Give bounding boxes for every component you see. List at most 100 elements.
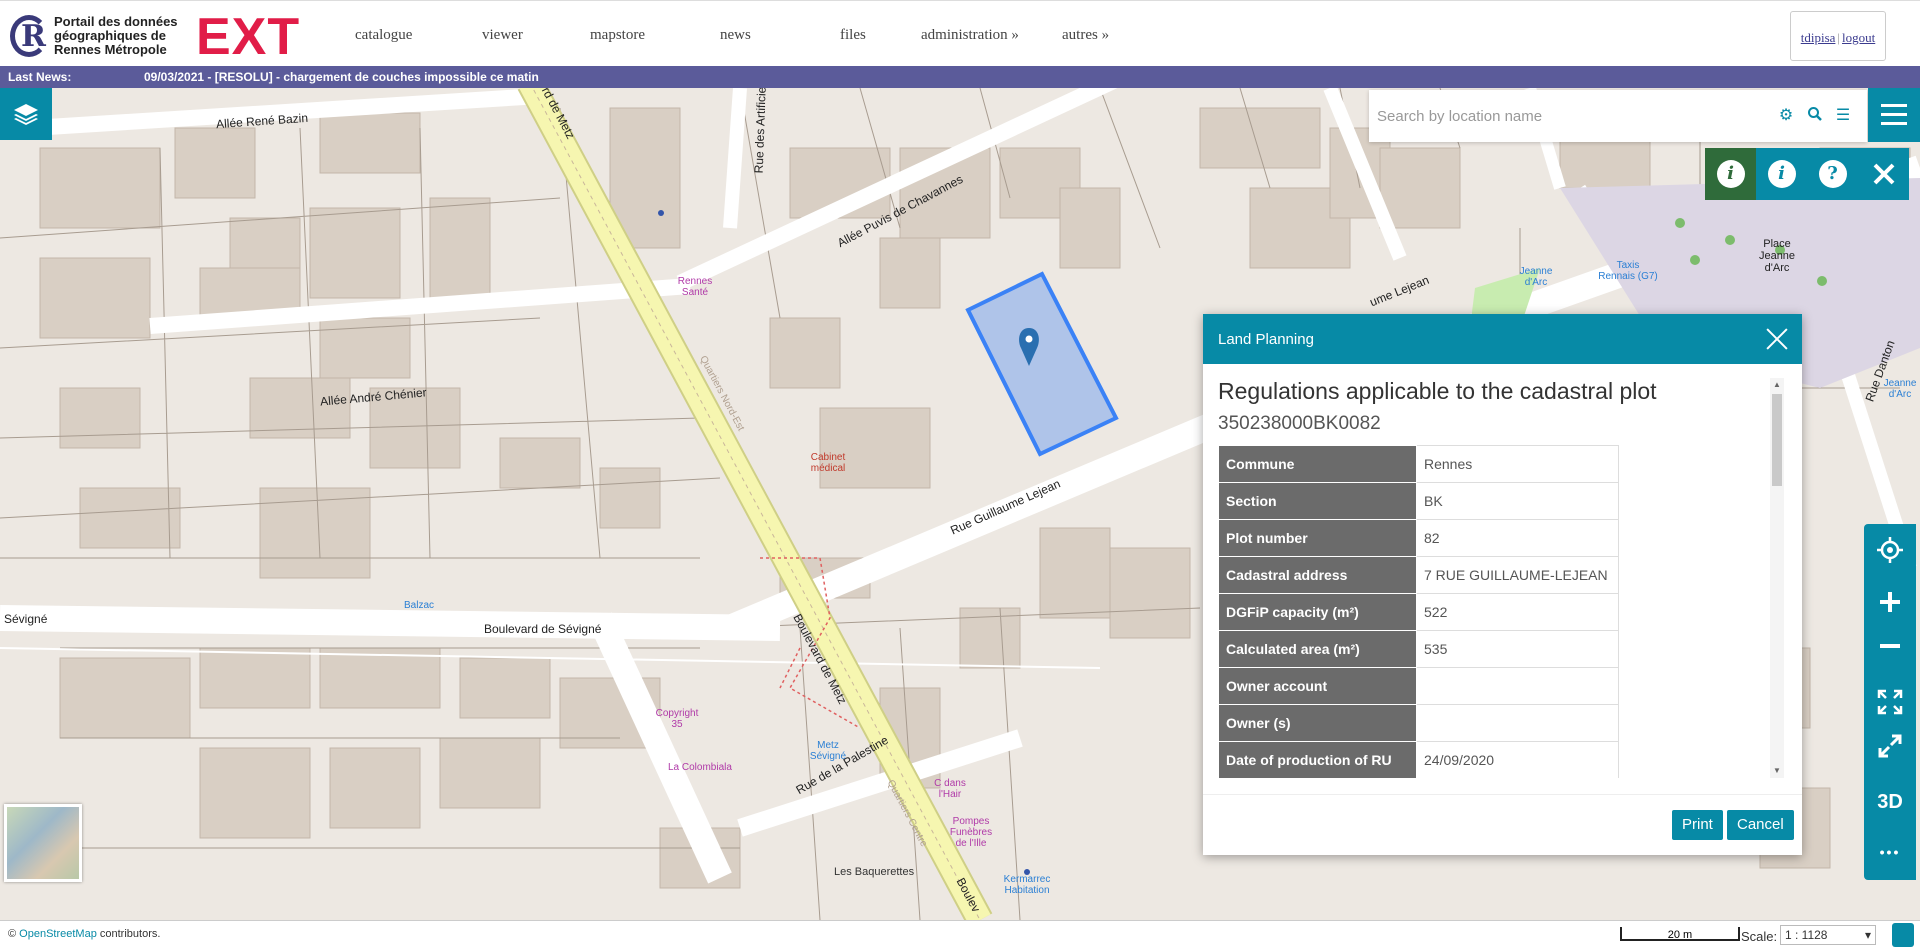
news-bar: Last News: 09/03/2021 - [RESOLU] - charg…: [0, 66, 1920, 88]
dialog-header: Land Planning: [1203, 314, 1802, 364]
rennes-logo-icon: R: [8, 13, 48, 59]
row-key: Owner (s): [1218, 704, 1417, 742]
more-button[interactable]: •••: [1864, 830, 1916, 874]
dialog-scrollbar[interactable]: ▲ ▼: [1770, 378, 1784, 778]
fullscreen-icon: [1878, 734, 1902, 758]
dialog-title: Land Planning: [1218, 331, 1314, 348]
land-planning-dialog: Land Planning Regulations applicable to …: [1203, 314, 1802, 855]
dialog-close-button[interactable]: [1764, 326, 1790, 352]
poi-label[interactable]: C dans l'Hair: [930, 778, 970, 800]
nav-catalogue[interactable]: catalogue: [355, 27, 412, 44]
nav-news[interactable]: news: [720, 27, 751, 44]
menu-icon: [1881, 104, 1907, 107]
row-key: Calculated area (m²): [1218, 630, 1417, 668]
logo-ext: EXT: [196, 8, 301, 66]
road-label: Boulevard de Sévigné: [484, 622, 602, 636]
zoom-out-button[interactable]: [1864, 624, 1916, 668]
info-icon: i: [1716, 160, 1745, 188]
app-header: R Portail des données géographiques de R…: [0, 0, 1920, 66]
poi-label[interactable]: Kermarrec Habitation: [1002, 874, 1052, 896]
table-row: Cadastral address 7 RUE GUILLAUME-LEJEAN: [1218, 556, 1619, 594]
poi-label[interactable]: Cabinet médical: [808, 452, 848, 474]
list-icon[interactable]: ☰: [1833, 106, 1853, 126]
road-label: Sévigné: [4, 612, 48, 626]
scale-select[interactable]: 1 : 1128 ▾: [1780, 925, 1876, 945]
row-key: Plot number: [1218, 519, 1417, 557]
table-row: Owner (s): [1218, 704, 1619, 742]
fullscreen-button[interactable]: [1864, 724, 1916, 768]
poi-label[interactable]: Balzac: [404, 600, 434, 611]
row-key: DGFiP capacity (m²): [1218, 593, 1417, 631]
logout-link[interactable]: logout: [1842, 30, 1875, 45]
user-link[interactable]: tdipisa: [1801, 30, 1836, 45]
table-row: DGFiP capacity (m²) 522: [1218, 593, 1619, 631]
plot-info-table: Commune Rennes Section BK Plot number 82 Cadas…: [1218, 445, 1619, 778]
row-value: 24/09/2020: [1416, 741, 1619, 778]
crosshair-icon: [1877, 537, 1903, 563]
poi-label[interactable]: Pompes Funèbres de l'Ille: [946, 816, 996, 849]
row-value: 7 RUE GUILLAUME-LEJEAN: [1416, 556, 1619, 594]
nav-viewer[interactable]: viewer: [482, 27, 523, 44]
scale-bar: 20 m: [1620, 927, 1740, 941]
row-value: BK: [1416, 482, 1619, 520]
search-icon[interactable]: [1805, 106, 1825, 126]
row-value: 82: [1416, 519, 1619, 557]
minus-icon: [1880, 644, 1900, 648]
layers-button[interactable]: [0, 88, 52, 140]
zoom-extent-button[interactable]: [1864, 680, 1916, 724]
osm-link[interactable]: OpenStreetMap: [19, 928, 97, 940]
selected-plot: [965, 271, 1119, 457]
dialog-body: Regulations applicable to the cadastral …: [1218, 378, 1770, 778]
zoom-in-button[interactable]: [1864, 580, 1916, 624]
map-footer: © OpenStreetMap contributors. 20 m Scale…: [0, 920, 1920, 949]
table-row: Commune Rennes: [1218, 445, 1619, 483]
table-row: Plot number 82: [1218, 519, 1619, 557]
row-value: 535: [1416, 630, 1619, 668]
locate-button[interactable]: [1864, 528, 1916, 572]
map-controls: 3D •••: [1864, 524, 1916, 880]
scale-label: Scale:: [1741, 929, 1778, 944]
nav-administration[interactable]: administration »: [921, 27, 1019, 44]
3d-button[interactable]: 3D: [1864, 780, 1916, 824]
identify-toolbar: i i ?: [1705, 148, 1909, 200]
row-value: 522: [1416, 593, 1619, 631]
table-row: Date of production of RU 24/09/2020: [1218, 741, 1619, 778]
identify-button[interactable]: i: [1705, 148, 1756, 200]
poi-label[interactable]: Copyright 35: [654, 708, 700, 730]
poi-label[interactable]: Jeanne d'Arc: [1880, 378, 1920, 400]
help-button[interactable]: ?: [1807, 148, 1858, 200]
attribution: © OpenStreetMap contributors.: [8, 928, 161, 940]
logo-text: Portail des données géographiques de Ren…: [54, 14, 178, 57]
nav-files[interactable]: files: [840, 27, 866, 44]
row-key: Owner account: [1218, 667, 1417, 705]
search-bar: ⚙ ☰: [1369, 90, 1867, 142]
footer-tool-button[interactable]: [1892, 923, 1914, 947]
cancel-button[interactable]: Cancel: [1727, 810, 1794, 840]
row-value: [1416, 667, 1619, 705]
nav-mapstore[interactable]: mapstore: [590, 27, 645, 44]
table-row: Owner account: [1218, 667, 1619, 705]
info-button[interactable]: i: [1756, 148, 1807, 200]
poi-label[interactable]: Metz Sévigné: [808, 740, 848, 762]
poi-label[interactable]: Rennes Santé: [675, 276, 715, 298]
expand-icon: [1877, 689, 1903, 715]
overview-map[interactable]: [4, 804, 82, 882]
print-button[interactable]: Print: [1672, 810, 1723, 840]
regulations-title: Regulations applicable to the cadastral …: [1218, 378, 1657, 404]
gear-icon[interactable]: ⚙: [1776, 106, 1796, 126]
place-label: Les Baquerettes: [834, 866, 915, 878]
info-icon: i: [1767, 160, 1796, 188]
row-value: Rennes: [1416, 445, 1619, 483]
user-box: tdipisa | logout: [1790, 11, 1886, 61]
poi-label[interactable]: Jeanne d'Arc: [1516, 266, 1556, 288]
close-toolbar-button[interactable]: [1858, 148, 1909, 200]
news-message[interactable]: 09/03/2021 - [RESOLU] - chargement de co…: [144, 70, 539, 84]
menu-button[interactable]: [1868, 88, 1920, 142]
plot-id: 350238000BK0082: [1218, 413, 1381, 434]
poi-label[interactable]: Taxis Rennais (G7): [1598, 260, 1658, 282]
poi-label[interactable]: La Colombiala: [668, 762, 732, 773]
plus-icon: [1880, 592, 1900, 612]
portal-logo[interactable]: R Portail des données géographiques de R…: [8, 13, 204, 59]
nav-autres[interactable]: autres »: [1062, 27, 1109, 44]
search-input[interactable]: [1377, 104, 1757, 128]
